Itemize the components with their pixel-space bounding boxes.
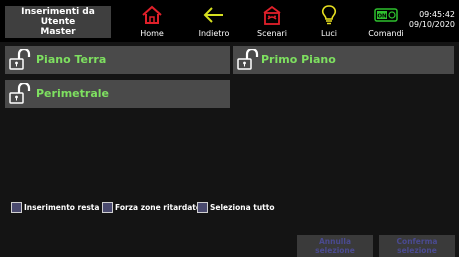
confirm-selection-button[interactable]: Conferma selezione <box>379 235 455 257</box>
clock-time: 09:45:42 <box>419 10 455 19</box>
option-seleziona-tutto[interactable]: Seleziona tutto <box>197 201 275 213</box>
checkbox-forza-zone-ritardate[interactable] <box>102 201 113 213</box>
zone-perimetrale[interactable]: Perimetrale <box>5 80 230 108</box>
checkbox-inserimento-resta[interactable] <box>11 201 22 213</box>
unlocked-padlock-icon <box>9 83 31 104</box>
cancel-selection-button[interactable]: Annulla selezione <box>297 235 373 257</box>
page-title-line1: Inserimenti da Utente <box>21 7 95 27</box>
scenes-icon <box>263 5 281 25</box>
lights-label: Luci <box>320 29 337 38</box>
back-label: Indietro <box>198 29 230 38</box>
scenes-label: Scenari <box>257 29 287 38</box>
toggle-badge: ON <box>377 14 387 20</box>
page-title-line2: Master <box>40 27 76 37</box>
checkbox-seleziona-tutto[interactable] <box>197 201 208 213</box>
commands-label: Comandi <box>368 29 404 38</box>
back-arrow-icon <box>203 7 223 23</box>
unlocked-padlock-icon <box>9 49 31 70</box>
cancel-selection-line1: Annulla <box>318 237 352 246</box>
page-title: Inserimenti da Utente Master <box>5 6 111 38</box>
option-label: Inserimento resta <box>24 202 100 212</box>
option-forza-zone-ritardate[interactable]: Forza zone ritardate <box>102 201 201 213</box>
back-button[interactable]: Indietro <box>190 0 238 42</box>
confirm-selection-line2: selezione <box>397 246 437 255</box>
zone-primo-piano[interactable]: Primo Piano <box>233 46 454 74</box>
zone-name: Perimetrale <box>36 87 109 100</box>
clock: 09:45:42 09/10/2020 <box>395 10 455 30</box>
home-button[interactable]: Home <box>128 0 176 42</box>
zone-name: Primo Piano <box>261 53 336 66</box>
scenes-button[interactable]: Scenari <box>248 0 296 42</box>
option-label: Forza zone ritardate <box>115 202 201 212</box>
home-label: Home <box>140 29 164 38</box>
unlocked-padlock-icon <box>237 49 259 70</box>
confirm-selection-line1: Conferma <box>396 237 438 246</box>
lights-button[interactable]: Luci <box>305 0 353 42</box>
clock-date: 09/10/2020 <box>408 20 455 29</box>
home-icon <box>142 5 162 24</box>
option-inserimento-resta[interactable]: Inserimento resta <box>11 201 99 213</box>
header-bar: Inserimenti da Utente Master Home Indiet… <box>0 0 459 42</box>
lightbulb-icon <box>321 5 337 25</box>
cancel-selection-line2: selezione <box>315 246 355 255</box>
zone-name: Piano Terra <box>36 53 107 66</box>
zone-piano-terra[interactable]: Piano Terra <box>5 46 230 74</box>
option-label: Seleziona tutto <box>210 202 275 212</box>
